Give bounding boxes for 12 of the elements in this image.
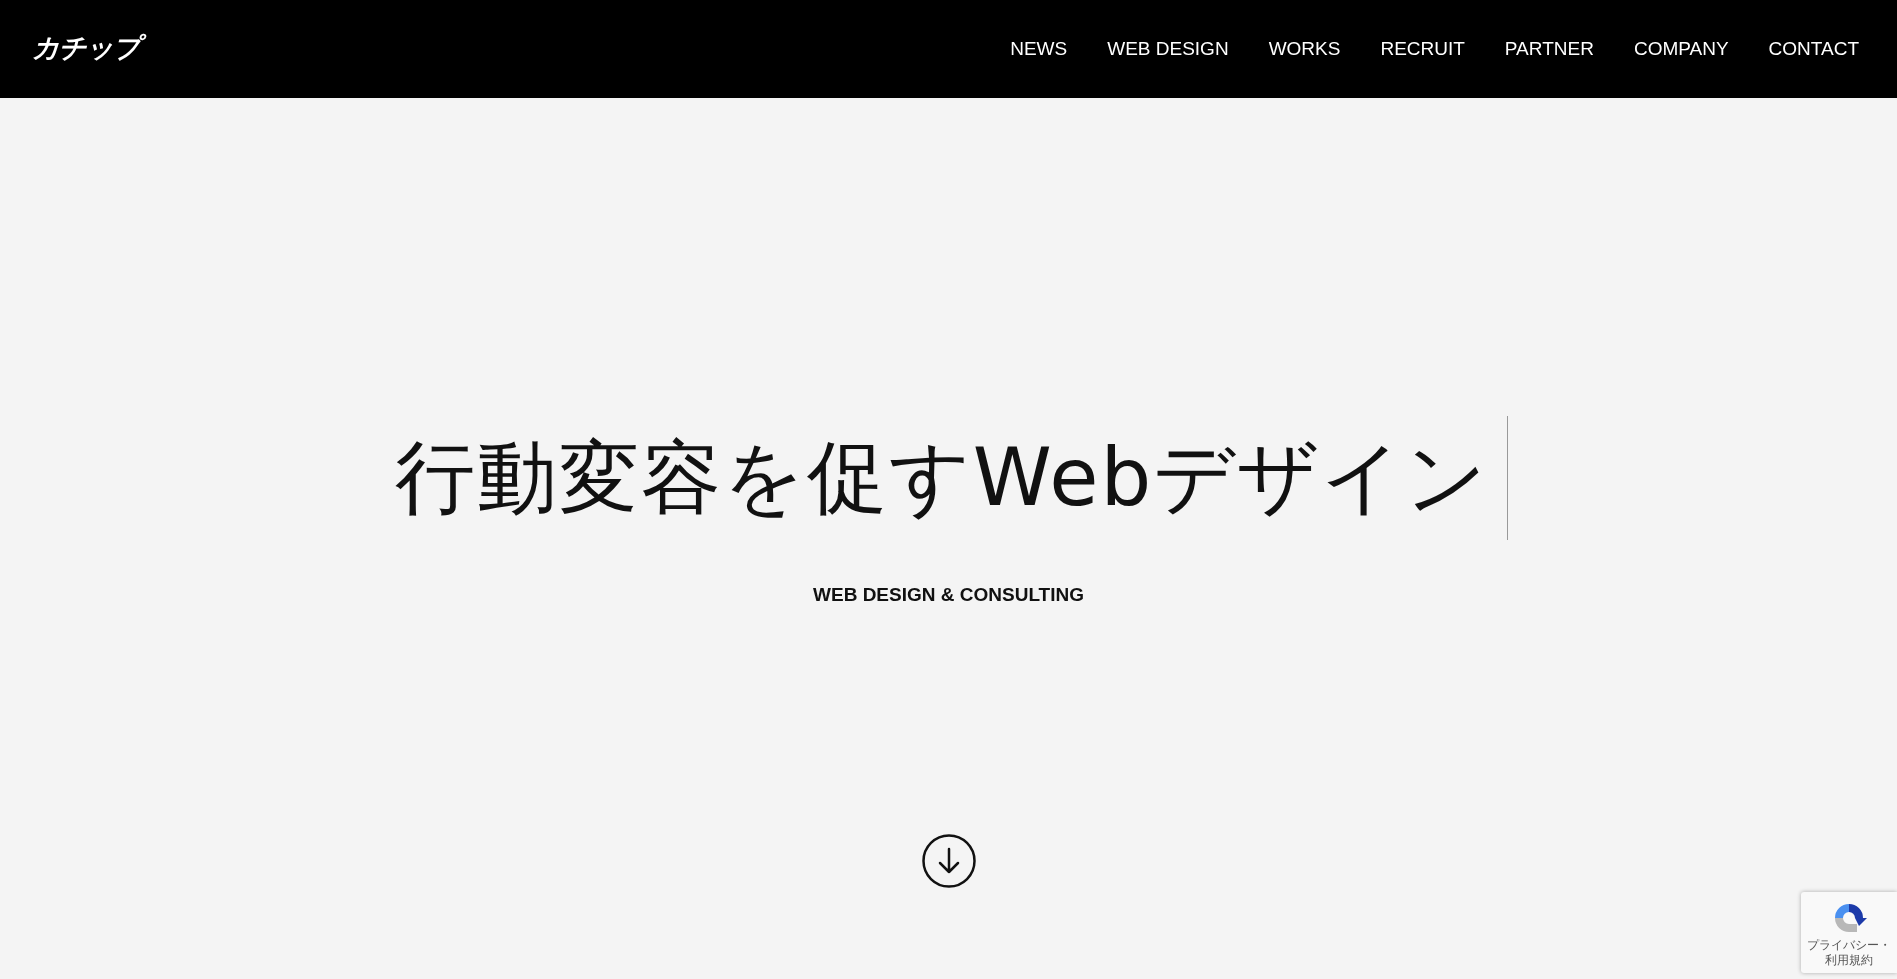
nav-link[interactable]: COMPANY: [1633, 38, 1729, 60]
nav-link[interactable]: WORKS: [1268, 38, 1341, 60]
scroll-down-icon[interactable]: [921, 834, 976, 888]
hero-subheading: WEB DESIGN & CONSULTING: [813, 584, 1084, 606]
nav-link[interactable]: WEB DESIGN: [1107, 38, 1229, 60]
nav-link[interactable]: PARTNER: [1504, 38, 1594, 60]
nav-link[interactable]: CONTACT: [1768, 38, 1859, 60]
recaptcha-links[interactable]: プライバシー・利用規約: [1804, 938, 1894, 967]
logo[interactable]: カチップ: [30, 29, 148, 69]
nav-link[interactable]: NEWS: [1010, 38, 1068, 60]
nav-link[interactable]: RECRUIT: [1380, 38, 1465, 60]
hero-heading: 行動変容を促すWebデザイン: [394, 430, 1490, 526]
